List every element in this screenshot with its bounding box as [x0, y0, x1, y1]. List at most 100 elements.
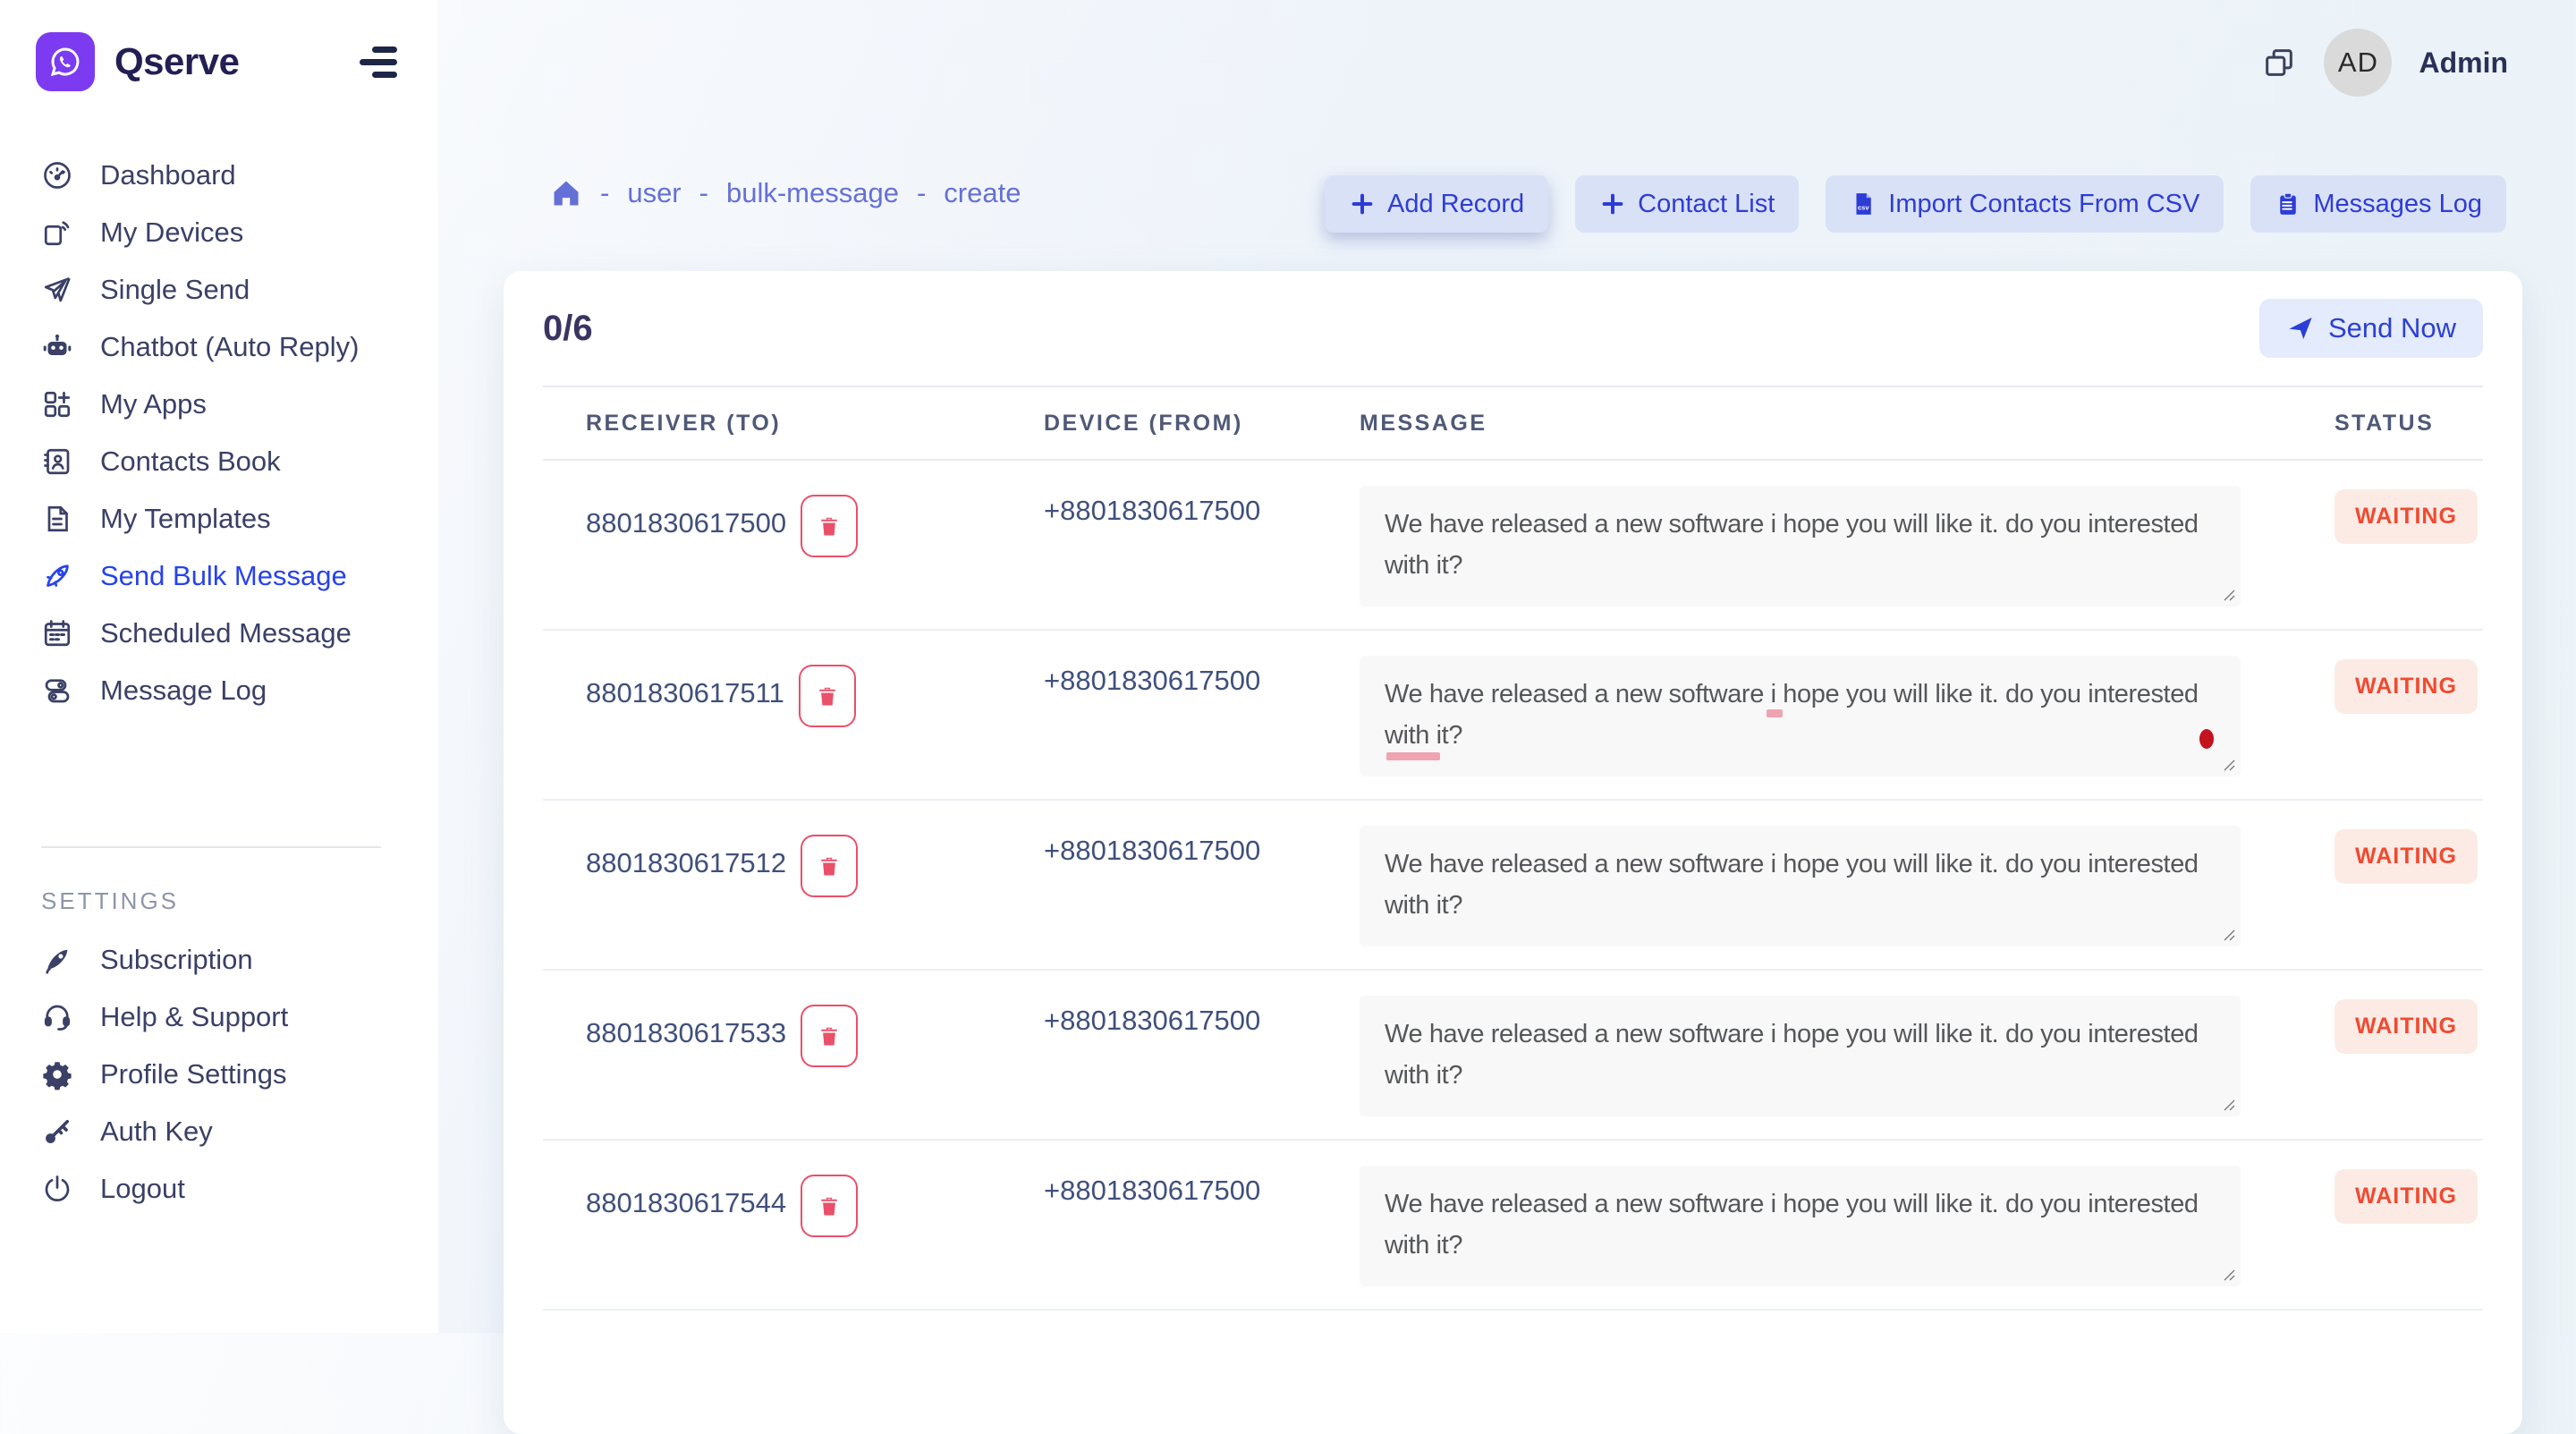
plus-icon [1349, 191, 1376, 217]
sidebar-item-scheduled-message[interactable]: Scheduled Message [0, 605, 438, 662]
sidebar-item-single-send[interactable]: Single Send [0, 261, 438, 318]
sidebar-item-dashboard[interactable]: Dashboard [0, 147, 438, 204]
sidebar-item-help-support[interactable]: Help & Support [0, 989, 438, 1046]
avatar[interactable]: AD [2324, 29, 2392, 97]
messages-log-button[interactable]: Messages Log [2250, 175, 2506, 233]
sidebar-item-my-templates[interactable]: My Templates [0, 490, 438, 547]
settings-section-label: SETTINGS [41, 887, 438, 915]
plus-icon [1599, 191, 1626, 217]
resize-handle-icon[interactable] [2221, 587, 2235, 601]
trash-icon [816, 513, 843, 539]
resize-handle-icon[interactable] [2221, 1097, 2235, 1111]
gear-icon [41, 1058, 73, 1090]
sidebar-item-my-apps[interactable]: My Apps [0, 376, 438, 433]
receiver-number: 8801830617511 [586, 665, 784, 722]
sidebar-item-contacts-book[interactable]: Contacts Book [0, 433, 438, 490]
breadcrumb-item-create[interactable]: create [944, 177, 1021, 209]
import-contacts-csv-button[interactable]: csv Import Contacts From CSV [1826, 175, 2224, 233]
message-textarea[interactable]: We have released a new software i hope y… [1360, 486, 2241, 607]
resize-handle-icon[interactable] [2221, 757, 2235, 771]
status-badge: WAITING [2334, 659, 2478, 714]
csv-file-icon: csv [1850, 191, 1877, 217]
table-header-row: RECEIVER (TO) DEVICE (FROM) MESSAGE STAT… [543, 387, 2483, 461]
sidebar-item-profile-settings[interactable]: Profile Settings [0, 1046, 438, 1103]
receiver-number: 8801830617500 [586, 495, 786, 552]
delete-row-button[interactable] [801, 1175, 858, 1237]
sidebar-divider [41, 846, 381, 848]
sidebar-item-message-log[interactable]: Message Log [0, 662, 438, 719]
trash-icon [814, 683, 841, 709]
breadcrumb-item-bulk-message[interactable]: bulk-message [726, 177, 899, 209]
dashboard-icon [41, 159, 73, 191]
send-icon [2286, 314, 2315, 343]
delete-row-button[interactable] [801, 835, 858, 897]
breadcrumb-item-user[interactable]: user [627, 177, 681, 209]
topbar-right: AD Admin [2261, 29, 2508, 97]
user-name: Admin [2419, 47, 2508, 80]
contact-list-button[interactable]: Contact List [1575, 175, 1799, 233]
col-header-status: STATUS [2296, 411, 2483, 437]
breadcrumb: - user - bulk-message - create [550, 177, 1021, 209]
message-textarea[interactable]: We have released a new software i hope y… [1360, 656, 2241, 776]
spellcheck-underline [1386, 752, 1440, 760]
brand-title: Qserve [114, 40, 239, 83]
sidebar-nav: Dashboard My Devices Single Send Chatbot… [0, 147, 438, 719]
delete-row-button[interactable] [801, 495, 858, 557]
headset-icon [41, 1001, 73, 1033]
status-badge: WAITING [2334, 999, 2478, 1054]
sidebar-item-my-devices[interactable]: My Devices [0, 204, 438, 261]
table-row: 8801830617511 +8801830617500 We have rel… [543, 631, 2483, 801]
logo-row: Qserve [0, 0, 438, 91]
sidebar-settings-nav: Subscription Help & Support Profile Sett… [0, 931, 438, 1218]
card-header: 0/6 Send Now [543, 271, 2483, 387]
rocket-filled-icon [41, 944, 73, 976]
sidebar-item-subscription[interactable]: Subscription [0, 931, 438, 989]
robot-icon [41, 331, 73, 363]
message-textarea[interactable]: We have released a new software i hope y… [1360, 996, 2241, 1116]
breadcrumb-separator: - [917, 177, 926, 209]
device-number: +8801830617500 [981, 461, 1299, 629]
resize-handle-icon[interactable] [2221, 1267, 2235, 1281]
clipboard-icon [2275, 191, 2301, 217]
breadcrumb-separator: - [699, 177, 708, 209]
grammar-indicator-dot [2199, 729, 2214, 749]
contacts-icon [41, 445, 73, 478]
status-badge: WAITING [2334, 489, 2478, 544]
copy-icon[interactable] [2261, 45, 2297, 81]
log-icon [41, 675, 73, 707]
status-badge: WAITING [2334, 1169, 2478, 1224]
device-number: +8801830617500 [981, 971, 1299, 1139]
rocket-icon [41, 560, 73, 592]
col-header-device: DEVICE (FROM) [981, 411, 1299, 437]
message-textarea[interactable]: We have released a new software i hope y… [1360, 826, 2241, 946]
spellcheck-underline [1767, 709, 1783, 717]
col-header-receiver: RECEIVER (TO) [543, 411, 981, 437]
calendar-icon [41, 617, 73, 649]
actions-row: Add Record Contact List csv Import Conta… [1325, 175, 2506, 233]
trash-icon [816, 1192, 843, 1219]
sidebar: Qserve Dashboard My Devices Single Send … [0, 0, 438, 1333]
table-row: 8801830617500 +8801830617500 We have rel… [543, 461, 2483, 631]
receiver-number: 8801830617544 [586, 1175, 786, 1232]
delete-row-button[interactable] [801, 1005, 858, 1067]
device-number: +8801830617500 [981, 631, 1299, 799]
sidebar-item-send-bulk-message[interactable]: Send Bulk Message [0, 547, 438, 605]
delete-row-button[interactable] [799, 665, 856, 727]
sidebar-item-auth-key[interactable]: Auth Key [0, 1103, 438, 1160]
key-icon [41, 1116, 73, 1148]
progress-counter: 0/6 [543, 309, 593, 349]
col-header-message: MESSAGE [1299, 411, 2296, 437]
message-textarea[interactable]: We have released a new software i hope y… [1360, 1166, 2241, 1286]
home-icon[interactable] [550, 177, 582, 209]
resize-handle-icon[interactable] [2221, 927, 2235, 941]
hamburger-menu-icon[interactable] [358, 44, 397, 80]
sidebar-item-chatbot[interactable]: Chatbot (Auto Reply) [0, 318, 438, 376]
sidebar-item-logout[interactable]: Logout [0, 1160, 438, 1218]
table-row: 8801830617512 +8801830617500 We have rel… [543, 801, 2483, 971]
add-record-button[interactable]: Add Record [1325, 175, 1548, 233]
whatsapp-logo-icon [36, 32, 95, 91]
paper-plane-icon [41, 274, 73, 306]
table-row: 8801830617544 +8801830617500 We have rel… [543, 1141, 2483, 1311]
send-now-button[interactable]: Send Now [2259, 299, 2483, 358]
receiver-number: 8801830617533 [586, 1005, 786, 1062]
